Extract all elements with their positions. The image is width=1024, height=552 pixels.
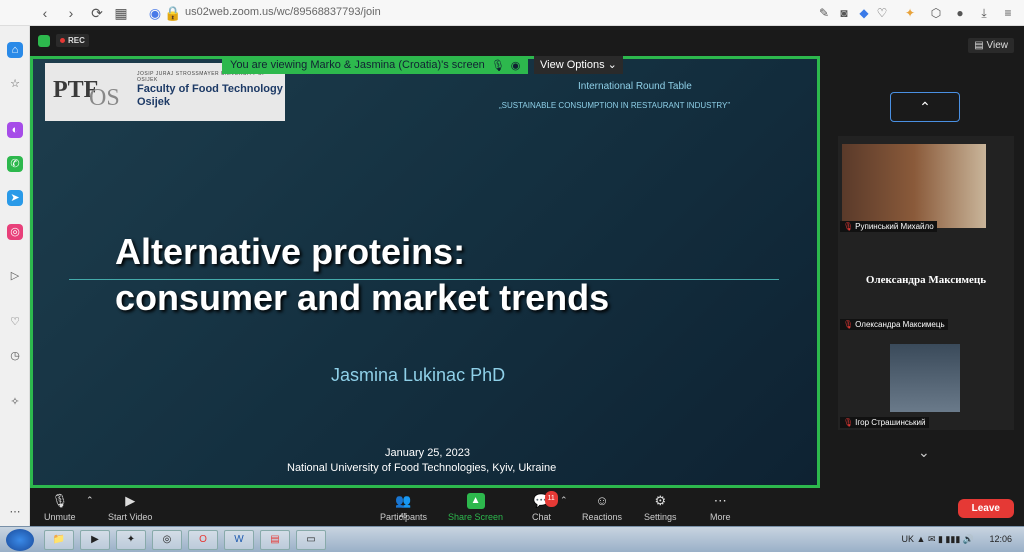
home-icon[interactable]: ⌂ [7,42,23,58]
start-button[interactable] [6,529,34,551]
pin-icon: ◉ [510,59,521,72]
mic-muted-icon: 🎙 [51,493,68,508]
logo-faculty: Faculty of Food Technology Osijek [137,83,283,108]
star-icon[interactable]: ☆ [7,76,23,92]
forward-icon[interactable]: › [62,4,80,22]
slide-venue: National University of Food Technologies… [287,462,557,474]
meeting-toolbar: 🎙 Unmute ⌃ ▶ Start Video 👥45 Participants ▲… [30,491,1024,526]
favorite-icon[interactable]: ♡ [874,5,890,21]
whatsapp-icon[interactable]: ✆ [7,156,23,172]
address-bar[interactable]: us02web.zoom.us/wc/89568837793/join [185,6,381,18]
clock[interactable]: 12:06 [989,534,1012,544]
event-name: International Round Table [578,81,692,92]
viewing-banner: You are viewing Marko & Jasmina (Croatia… [222,56,529,74]
participants-button[interactable]: 👥45 Participants [380,493,427,522]
view-button[interactable]: ▤ View [968,38,1014,53]
pdf-icon[interactable]: ▤ [260,530,290,550]
lock-icon: 🔒 [164,5,182,21]
browser-toolbar: ‹ › ⟳ ▦ ◉ 🔒 us02web.zoom.us/wc/895688377… [0,0,1024,26]
rec-badge: REC [56,34,89,47]
conference-title: „SUSTAINABLE CONSUMPTION IN RESTAURANT I… [499,101,730,110]
heart-icon[interactable]: ♡ [7,314,23,330]
scroll-down-icon[interactable]: ⌄ [918,444,930,461]
security-shield-icon [38,34,50,47]
shield-icon[interactable]: ◉ [146,4,164,22]
mic-muted-icon: 🎙 [843,418,854,427]
chat-button[interactable]: 💬 11 Chat [532,491,558,522]
messenger-icon[interactable]: ◐ [7,122,23,138]
media-player-icon[interactable]: ▶ [80,530,110,550]
telegram-icon[interactable]: ➤ [7,190,23,206]
recording-indicator: REC [38,34,89,47]
shared-screen: PTF OS JOSIP JURAJ STROSSMAYER UNIVERSIT… [30,56,820,488]
share-screen-button[interactable]: ▲ Share Screen [448,493,503,522]
explorer-icon[interactable]: 📁 [44,530,74,550]
opera-icon[interactable]: O [188,530,218,550]
window-icon[interactable]: ▭ [296,530,326,550]
zoom-client: REC ▤ View PTF OS JOSIP JURAJ STROSSMAYE… [30,26,1024,526]
logo-os: OS [89,85,120,111]
mic-muted-icon: 🎙 [843,320,854,329]
participant-name: 🎙 Олександра Максимець [840,319,948,330]
chat-options-chevron-icon[interactable]: ⌃ [560,495,568,506]
share-screen-icon: ▲ [466,493,485,509]
back-icon[interactable]: ‹ [36,4,54,22]
participant-video [842,144,986,228]
more-icon: ⋯ [713,493,727,508]
participant-tile[interactable]: 🎙 Ігор Страшинський [838,332,1014,430]
more-icon[interactable]: ⋯ [7,504,23,520]
reactions-icon: ☺ [595,493,609,508]
slide-title-line1: Alternative proteins: [115,231,466,272]
participant-display-name: Олександра Максимець [865,274,987,286]
download-icon[interactable]: ⤓ [976,5,992,21]
edit-icon[interactable]: ✎ [816,5,832,21]
settings-button[interactable]: ⚙ Settings [644,493,677,522]
sidebar-toggle-icon[interactable]: ✦ [902,5,918,21]
reload-icon[interactable]: ⟳ [88,4,106,22]
word-icon[interactable]: W [224,530,254,550]
clock-icon[interactable]: ◷ [7,348,23,364]
instagram-icon[interactable]: ◎ [7,224,23,240]
participant-tile[interactable]: 🎙 Рупинський Михайло [838,136,1014,234]
profile-icon[interactable]: ● [952,5,968,21]
participant-name: 🎙 Ігор Страшинський [840,417,929,428]
slide-title-line2: consumer and market trends [115,277,610,318]
bulb-icon[interactable]: ✧ [7,394,23,410]
mic-muted-icon: 🎙 [490,59,505,72]
scroll-up-button[interactable]: ⌃ [890,92,960,122]
chrome-icon[interactable]: ◎ [152,530,182,550]
chat-icon: 💬 11 [533,491,558,509]
slide-author: Jasmina Lukinac PhD [331,365,506,385]
menu-icon[interactable]: ≡ [1000,5,1016,21]
camera-icon[interactable]: ◙ [836,5,852,21]
participants-icon: 👥45 [395,493,412,520]
gear-icon: ⚙ [654,493,667,508]
view-options-button[interactable]: View Options ⌄ [534,56,623,74]
leave-button[interactable]: Leave [957,499,1014,518]
audio-options-chevron-icon[interactable]: ⌃ [86,495,94,506]
system-tray[interactable]: UK ▲ ✉ ▮ ▮▮▮ 🔊 [902,534,974,545]
slide-date: January 25, 2023 [385,447,471,459]
player-icon[interactable]: ▷ [7,268,23,284]
tabs-icon[interactable]: ▦ [112,4,130,22]
participant-name: 🎙 Рупинський Михайло [840,221,937,232]
more-button[interactable]: ⋯ More [710,493,731,522]
cube-icon[interactable]: ⬡ [928,5,944,21]
start-video-button[interactable]: ▶ Start Video [108,493,152,522]
app-icon[interactable]: ✦ [116,530,146,550]
participant-video [890,344,960,412]
os-taskbar: 📁 ▶ ✦ ◎ O W ▤ ▭ UK ▲ ✉ ▮ ▮▮▮ 🔊 12:06 [0,526,1024,552]
extension-icon[interactable]: ◆ [856,5,872,21]
mic-muted-icon: 🎙 [843,222,854,231]
unmute-button[interactable]: 🎙 Unmute [44,493,76,522]
participant-tile[interactable]: Олександра Максимець 🎙 Олександра Максиме… [838,234,1014,332]
browser-sidebar: ⌂ ☆ ◐ ✆ ➤ ◎ ▷ ♡ ◷ ✧ ⋯ [0,26,30,526]
video-off-icon: ▶ [125,493,136,508]
reactions-button[interactable]: ☺ Reactions [582,493,622,522]
